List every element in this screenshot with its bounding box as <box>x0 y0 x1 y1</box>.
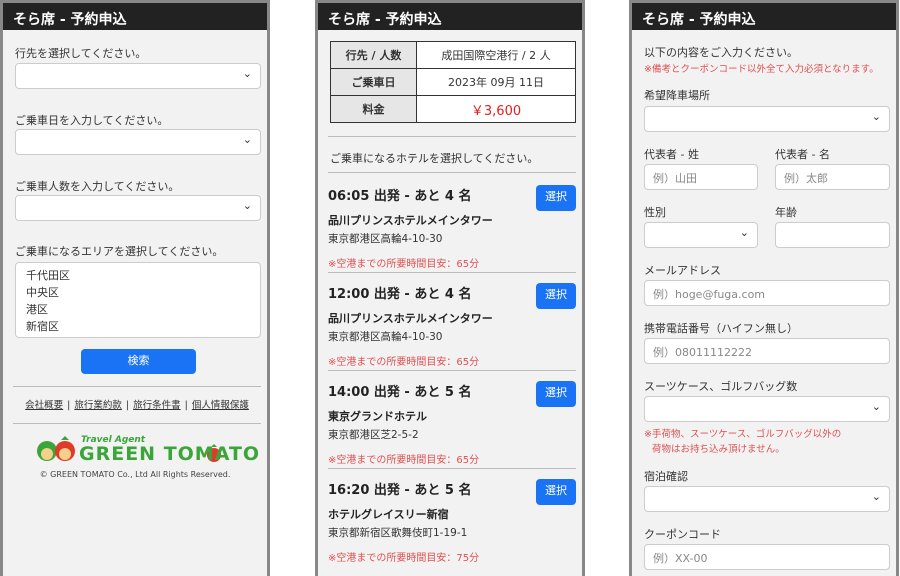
passengers-select[interactable]: ⌄ <box>15 195 261 221</box>
logo-wordmark: GREEN TOMATO <box>79 443 261 465</box>
dropoff-select[interactable]: ⌄ <box>644 106 890 132</box>
area-label: ご乗車になるエリアを選択してください。 <box>15 245 224 258</box>
gender-select[interactable]: ⌄ <box>644 222 758 248</box>
table-row: 料金 ￥3,600 <box>330 95 576 123</box>
last-name-input[interactable]: 例）山田 <box>644 164 758 190</box>
table-row: ご乗車日 2023年 09月 11日 <box>330 68 576 96</box>
destination-select[interactable]: ⌄ <box>15 63 261 89</box>
copyright: © GREEN TOMATO Co., Ltd All Rights Reser… <box>39 470 231 479</box>
select-hotel-button[interactable]: 選択 <box>536 479 576 505</box>
hotel-address: 東京都新宿区歌舞伎町1-19-1 <box>328 527 468 539</box>
divider <box>328 136 576 137</box>
app-header: そら席 - 予約申込 <box>632 0 896 30</box>
area-option[interactable]: 港区 <box>26 301 250 318</box>
email-label: メールアドレス <box>644 264 721 277</box>
passengers-label: ご乗車人数を入力してください。 <box>15 180 180 193</box>
travel-time-note: ※空港までの所要時間目安：65分 <box>328 259 480 270</box>
hotel-name: 品川プリンスホテルメインタワー <box>328 312 493 325</box>
app-header: そら席 - 予約申込 <box>3 0 267 30</box>
select-hotel-button[interactable]: 選択 <box>536 185 576 211</box>
stay-select[interactable]: ⌄ <box>644 486 890 512</box>
luggage-select[interactable]: ⌄ <box>644 396 890 422</box>
divider <box>328 468 576 469</box>
chevron-down-icon: ⌄ <box>871 400 881 413</box>
company-link[interactable]: 会社概要 <box>25 400 63 411</box>
phone-input[interactable]: 例）08011112222 <box>644 338 890 364</box>
footer-links: 会社概要 | 旅行業約款 | 旅行条件書 | 個人情報保護 <box>13 386 261 411</box>
summary-label: ご乗車日 <box>330 68 417 96</box>
summary-value: 成田国際空港行 / 2 人 <box>416 41 576 69</box>
area-option[interactable]: 新宿区 <box>26 318 250 335</box>
logo: Travel Agent GREEN TOMATO <box>13 423 261 493</box>
applicant-form-screen: そら席 - 予約申込 以下の内容をご入力ください。 ※備考とクーポンコード以外全… <box>629 0 899 576</box>
app-header: そら席 - 予約申込 <box>318 0 582 30</box>
first-name-input[interactable]: 例）太郎 <box>775 164 890 190</box>
area-option[interactable]: 中央区 <box>26 284 250 301</box>
hotel-option: 06:05 出発 - あと 4 名 品川プリンスホテルメインタワー 東京都港区高… <box>328 185 576 270</box>
summary-value: 2023年 09月 11日 <box>416 68 576 96</box>
gender-label: 性別 <box>644 206 666 219</box>
hotel-option: 14:00 出発 - あと 5 名 東京グランドホテル 東京都港区芝2-5-2 … <box>328 381 576 466</box>
chevron-down-icon: ⌄ <box>242 67 252 80</box>
destination-label: 行先を選択してください。 <box>15 47 147 60</box>
privacy-link[interactable]: 個人情報保護 <box>192 400 249 411</box>
chevron-down-icon: ⌄ <box>871 110 881 123</box>
chevron-down-icon: ⌄ <box>242 199 252 212</box>
divider <box>328 272 576 273</box>
booking-summary-table: 行先 / 人数 成田国際空港行 / 2 人 ご乗車日 2023年 09月 11日… <box>330 41 576 123</box>
email-input[interactable]: 例）hoge@fuga.com <box>644 280 890 306</box>
travel-time-note: ※空港までの所要時間目安：65分 <box>328 455 480 466</box>
search-button[interactable]: 検索 <box>81 349 196 374</box>
search-screen: そら席 - 予約申込 行先を選択してください。 ⌄ ご乗車日を入力してください。… <box>0 0 270 576</box>
divider <box>328 370 576 371</box>
first-name-label: 代表者 - 名 <box>775 148 830 161</box>
form-intro: 以下の内容をご入力ください。 <box>644 46 798 59</box>
travel-time-note: ※空港までの所要時間目安：65分 <box>328 357 480 368</box>
date-label: ご乗車日を入力してください。 <box>15 114 169 127</box>
terms-link[interactable]: 旅行業約款 <box>74 400 122 411</box>
select-hotel-button[interactable]: 選択 <box>536 381 576 407</box>
dropoff-label: 希望降車場所 <box>644 89 710 102</box>
area-listbox[interactable]: 千代田区 中央区 港区 新宿区 <box>15 262 261 338</box>
hotel-name: 品川プリンスホテルメインタワー <box>328 214 493 227</box>
hotel-prompt: ご乗車になるホテルを選択してください。 <box>330 152 539 165</box>
age-input[interactable] <box>775 222 890 248</box>
price-value: ￥3,600 <box>416 95 576 123</box>
chevron-down-icon: ⌄ <box>739 226 749 239</box>
coupon-label: クーポンコード <box>644 528 721 541</box>
luggage-note: ※手荷物、スーツケース、ゴルフバッグ以外の <box>644 429 842 440</box>
area-option[interactable]: 千代田区 <box>26 267 250 284</box>
select-hotel-button[interactable]: 選択 <box>536 283 576 309</box>
phone-label: 携帯電話番号（ハイフン無し） <box>644 322 798 335</box>
luggage-note: 荷物はお持ち込み頂けません。 <box>652 444 785 455</box>
hotel-name: ホテルグレイスリー新宿 <box>328 508 449 521</box>
luggage-label: スーツケース、ゴルフバッグ数 <box>644 380 798 393</box>
travel-time-note: ※空港までの所要時間目安：75分 <box>328 553 480 564</box>
age-label: 年齢 <box>775 206 797 219</box>
table-row: 行先 / 人数 成田国際空港行 / 2 人 <box>330 41 576 69</box>
required-note: ※備考とクーポンコード以外全て入力必須となります。 <box>644 64 879 75</box>
hotel-address: 東京都港区高輪4-10-30 <box>328 331 443 343</box>
coupon-input[interactable]: 例）XX-00 <box>644 544 890 570</box>
summary-label: 料金 <box>330 95 417 123</box>
hotel-address: 東京都港区芝2-5-2 <box>328 429 419 441</box>
hotel-select-screen: そら席 - 予約申込 行先 / 人数 成田国際空港行 / 2 人 ご乗車日 20… <box>315 0 585 576</box>
stay-label: 宿泊確認 <box>644 470 688 483</box>
summary-label: 行先 / 人数 <box>330 41 417 69</box>
hotel-address: 東京都港区高輪4-10-30 <box>328 233 443 245</box>
hotel-option: 16:20 出発 - あと 5 名 ホテルグレイスリー新宿 東京都新宿区歌舞伎町… <box>328 479 576 564</box>
chevron-down-icon: ⌄ <box>242 133 252 146</box>
date-select[interactable]: ⌄ <box>15 129 261 155</box>
hotel-option: 12:00 出発 - あと 4 名 品川プリンスホテルメインタワー 東京都港区高… <box>328 283 576 368</box>
conditions-link[interactable]: 旅行条件書 <box>133 400 181 411</box>
hotel-name: 東京グランドホテル <box>328 410 427 423</box>
chevron-down-icon: ⌄ <box>871 490 881 503</box>
last-name-label: 代表者 - 姓 <box>644 148 699 161</box>
divider <box>328 172 576 173</box>
